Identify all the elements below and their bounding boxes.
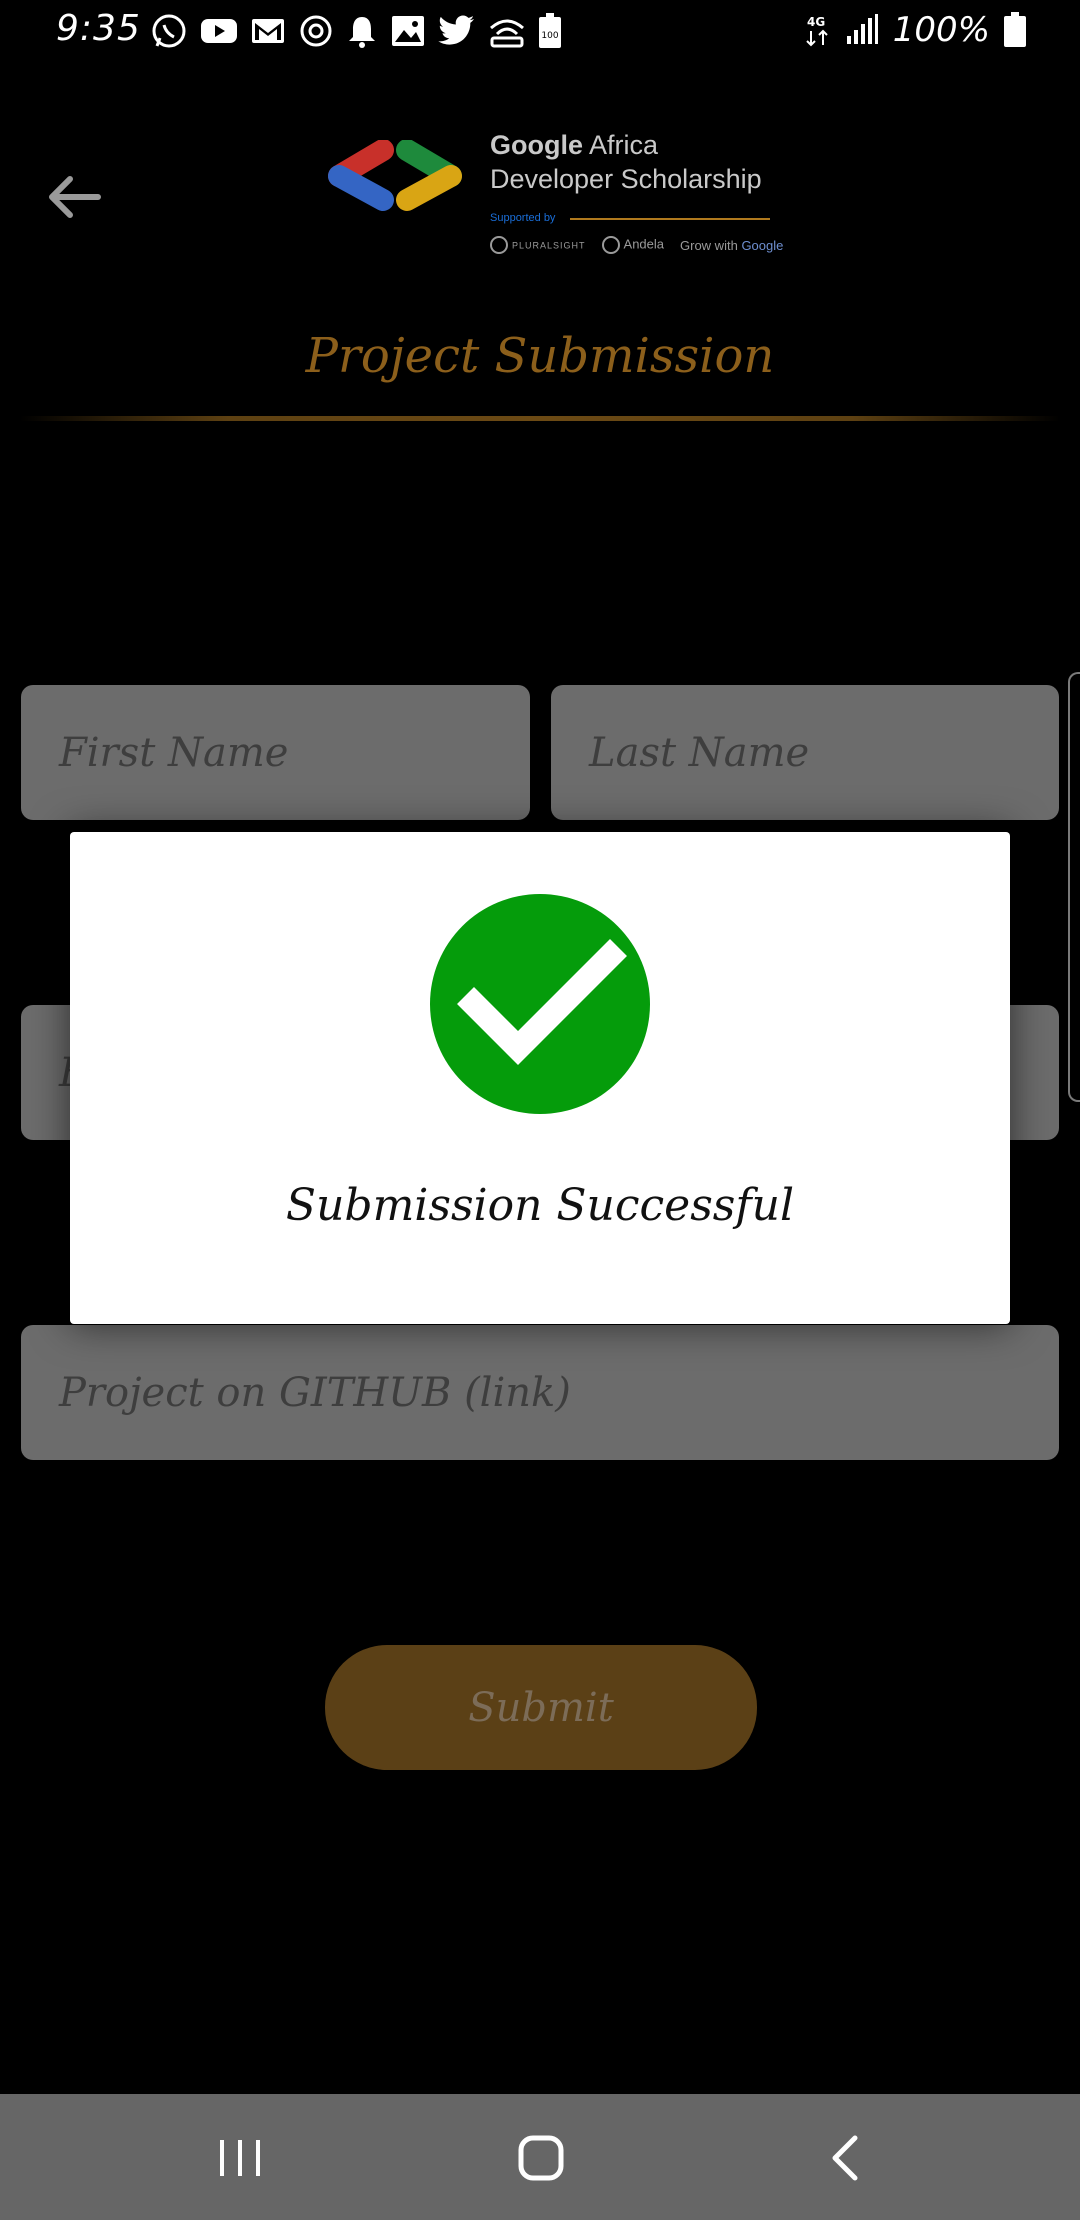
whatsapp-icon xyxy=(152,14,186,48)
gallery-icon xyxy=(392,16,424,46)
network-type-label: 4G xyxy=(807,15,825,29)
recents-icon xyxy=(220,2140,260,2176)
pluralsight-logo-icon xyxy=(490,236,508,254)
brand-title-scholarship: Developer Scholarship xyxy=(490,164,762,194)
scroll-indicator xyxy=(1068,672,1080,1102)
dialog-message: Submission Successful xyxy=(285,1180,795,1231)
andela-logo-icon xyxy=(601,236,620,254)
submit-button[interactable]: Submit xyxy=(325,1645,757,1770)
status-right: 4G 100% xyxy=(805,10,1026,50)
brand-supported-by: Supported by xyxy=(490,212,556,224)
status-bar: 9:35 100 4G 100% xyxy=(0,0,1080,64)
check-circle-icon xyxy=(430,894,650,1114)
youtube-icon xyxy=(201,19,237,43)
battery-saver-label: 100 xyxy=(541,31,558,41)
gads-logo-icon xyxy=(328,140,462,211)
status-time: 9:35 xyxy=(56,8,141,49)
home-button[interactable] xyxy=(512,2130,572,2186)
first-name-placeholder: First Name xyxy=(59,729,289,776)
twitter-icon xyxy=(438,15,474,45)
title-divider xyxy=(20,416,1060,421)
back-button[interactable] xyxy=(46,172,102,222)
battery-saver-icon: 100 xyxy=(539,13,561,48)
sync-icon xyxy=(300,15,332,47)
github-link-placeholder: Project on GITHUB (link) xyxy=(59,1369,571,1416)
first-name-field[interactable]: First Name xyxy=(21,685,530,820)
brand-title: Google Africa Developer Scholarship xyxy=(490,128,762,196)
partner-pluralsight: PLURALSIGHT xyxy=(490,236,586,254)
last-name-field[interactable]: Last Name xyxy=(551,685,1059,820)
recents-button[interactable] xyxy=(210,2130,270,2186)
success-dialog[interactable]: Submission Successful xyxy=(70,832,1010,1324)
signal-icon xyxy=(846,14,878,44)
brand-header: Google Africa Developer Scholarship Supp… xyxy=(325,128,785,260)
last-name-placeholder: Last Name xyxy=(589,729,810,776)
home-icon xyxy=(518,2135,564,2181)
wifi-hotspot-icon xyxy=(490,19,524,48)
brand-partners: PLURALSIGHT Andela Grow with Google xyxy=(490,236,783,254)
network-4g-icon: 4G xyxy=(806,15,828,47)
battery-icon xyxy=(1004,12,1026,47)
gmail-icon xyxy=(252,19,284,43)
battery-percent: 100% xyxy=(892,10,990,50)
back-icon xyxy=(832,2135,858,2181)
brand-title-africa: Africa xyxy=(583,130,659,160)
bell-icon xyxy=(349,17,375,48)
brand-divider xyxy=(570,218,770,220)
navigation-bar xyxy=(0,2094,1080,2220)
page-title: Project Submission xyxy=(305,328,775,384)
github-link-field[interactable]: Project on GITHUB (link) xyxy=(21,1325,1059,1460)
nav-back-button[interactable] xyxy=(815,2130,875,2186)
brand-title-google: Google xyxy=(490,130,583,160)
partner-andela: Andela xyxy=(601,236,664,254)
notification-icons: 100 xyxy=(150,12,562,50)
partner-grow-with-google: Grow with Google xyxy=(680,237,784,253)
submit-label: Submit xyxy=(468,1684,614,1731)
arrow-left-icon xyxy=(49,176,101,218)
